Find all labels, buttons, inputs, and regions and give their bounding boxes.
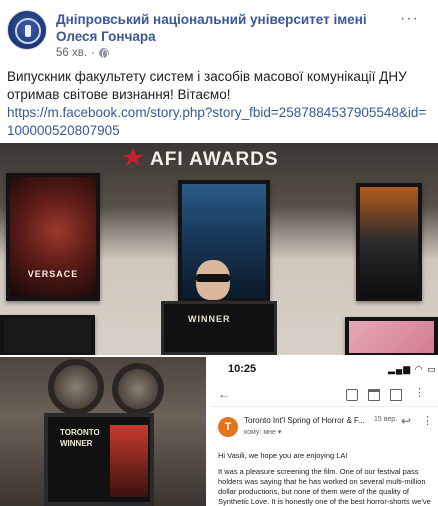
globe-icon (98, 48, 109, 59)
more-vertical-icon[interactable]: ⋮ (414, 386, 426, 399)
reply-icon[interactable]: ↩ (401, 414, 411, 428)
trash-icon[interactable] (368, 389, 380, 401)
framed-award-text: TORONTO WINNER (60, 428, 100, 448)
more-options-icon[interactable]: ··· (400, 10, 419, 28)
poster-bottom-left (0, 315, 95, 355)
page-avatar[interactable] (7, 10, 47, 50)
poster-versace: VERSACE (6, 173, 100, 301)
film-reel-icon (112, 363, 164, 415)
post-header: Дніпровський національний університет ім… (0, 0, 438, 62)
post-text: Випускник факультету систем і засобів ма… (7, 69, 407, 102)
award-certificate: WINNER (161, 301, 277, 355)
mini-poster (110, 425, 148, 497)
post-time[interactable]: 56 хв. (56, 47, 87, 59)
film-reel-icon (48, 359, 104, 415)
poster-title: VERSACE (27, 269, 79, 279)
recipient-line[interactable]: кому: мне ▾ (244, 428, 281, 436)
sender-avatar: T (218, 417, 238, 437)
post-link[interactable]: https://m.facebook.com/story.php?story_f… (7, 104, 432, 140)
framed-award: TORONTO WINNER (44, 413, 154, 506)
post-meta: 56 хв. · (56, 47, 109, 59)
secondary-photo[interactable]: TORONTO WINNER (0, 357, 206, 506)
award-text: WINNER (188, 314, 231, 324)
archive-icon[interactable] (346, 389, 358, 401)
poster-right (356, 183, 422, 301)
status-icons: ▂▄▆ ◠ ▭ (388, 364, 437, 374)
more-vertical-icon[interactable]: ⋮ (422, 414, 433, 427)
afi-awards-banner: AFI AWARDS (150, 149, 279, 170)
mail-icon[interactable] (390, 389, 402, 401)
email-screenshot-photo[interactable]: 10:25 ▂▄▆ ◠ ▭ ← ⋮ T Toronto Int'l Spring… (208, 357, 438, 506)
mail-date: 15 вер. (374, 416, 398, 423)
back-arrow-icon[interactable]: ← (218, 387, 230, 401)
mail-paragraph: It was a pleasure screening the film. On… (218, 467, 431, 506)
meta-separator: · (91, 47, 95, 59)
mail-toolbar: ← ⋮ (210, 385, 438, 407)
mail-header: T Toronto Int'l Spring of Horror & F... … (210, 411, 438, 445)
mail-body: Hi Vasili, we hope you are enjoying LA! … (218, 451, 434, 506)
status-time: 10:25 (228, 363, 257, 375)
main-photo[interactable]: AFI AWARDS VERSACE WINNER (0, 143, 438, 355)
page-name-link[interactable]: Дніпровський національний університет ім… (56, 11, 386, 45)
poster-pink (345, 317, 438, 355)
university-seal-icon (15, 18, 41, 44)
sender-name: Toronto Int'l Spring of Horror & F... (244, 416, 365, 425)
phone-status-bar: 10:25 ▂▄▆ ◠ ▭ (210, 357, 438, 379)
mail-greeting: Hi Vasili, we hope you are enjoying LA! (218, 451, 348, 460)
afi-star-logo-icon (122, 148, 144, 166)
sunglasses (196, 274, 230, 282)
